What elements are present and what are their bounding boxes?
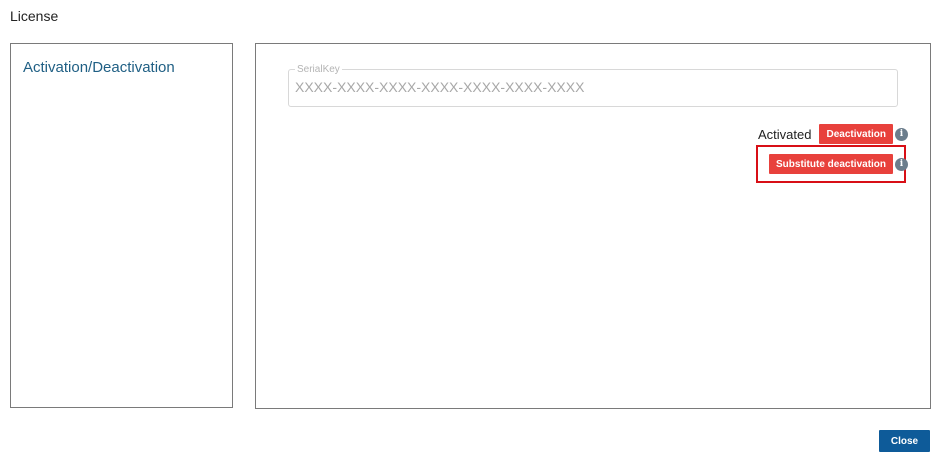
activation-status-text: Activated [758, 126, 812, 142]
serial-key-field: SerialKey [288, 64, 898, 107]
dialog-title: License [10, 8, 59, 24]
substitute-deactivation-info-icon[interactable]: i [895, 157, 909, 171]
content-panel: SerialKey Activated Deactivation i Subst… [255, 43, 931, 409]
deactivation-button[interactable]: Deactivation [819, 124, 893, 144]
serial-key-input[interactable] [295, 79, 885, 95]
nav-panel: Activation/Deactivation [10, 43, 233, 408]
substitute-deactivation-row: Substitute deactivation i [769, 154, 909, 174]
close-button[interactable]: Close [879, 430, 930, 452]
serial-key-label: SerialKey [295, 64, 342, 75]
deactivation-info-icon[interactable]: i [894, 127, 908, 141]
activation-status-row: Activated Deactivation i [758, 124, 908, 144]
nav-item-activation-deactivation[interactable]: Activation/Deactivation [23, 59, 175, 76]
substitute-deactivation-button[interactable]: Substitute deactivation [769, 154, 894, 174]
